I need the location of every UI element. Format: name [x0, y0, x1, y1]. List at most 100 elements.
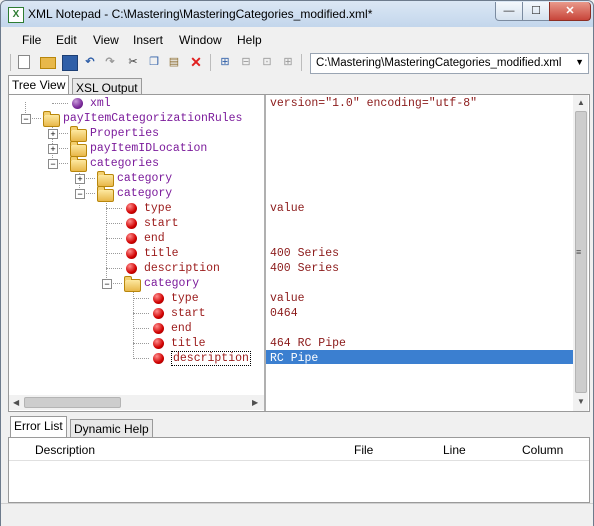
collapse-icon[interactable]: −	[102, 279, 112, 289]
folder-icon	[70, 156, 87, 172]
tree-connector	[133, 358, 149, 359]
open-icon[interactable]	[40, 57, 56, 69]
expand-icon[interactable]: +	[48, 129, 58, 139]
element-node-icon	[126, 218, 137, 229]
tree-node-label[interactable]: category	[117, 187, 172, 200]
error-list-panel[interactable]: Description File Line Column	[8, 437, 590, 503]
outdent-icon[interactable]: ⊡	[260, 55, 274, 69]
node-value-pane[interactable]: version="1.0" encoding="utf-8" value 400 S…	[266, 95, 574, 411]
menu-edit[interactable]: Edit	[56, 33, 77, 47]
column-header-file[interactable]: File	[354, 443, 373, 457]
menu-insert[interactable]: Insert	[133, 33, 163, 47]
tab-dynamic-help[interactable]: Dynamic Help	[70, 419, 153, 438]
tree-node-label[interactable]: categories	[90, 157, 159, 170]
tree-node-label[interactable]: title	[171, 337, 206, 350]
chevron-down-icon[interactable]: ▼	[575, 57, 584, 67]
column-header-column[interactable]: Column	[522, 443, 563, 457]
tree-node-label[interactable]: category	[117, 172, 172, 185]
tree-node-label[interactable]: type	[171, 292, 199, 305]
maximize-button[interactable]: ☐	[522, 2, 550, 21]
tab-tree-view[interactable]: Tree View	[8, 75, 70, 96]
delete-icon[interactable]: ✕	[189, 55, 203, 69]
expand-icon[interactable]: +	[75, 174, 85, 184]
collapse-icon[interactable]: −	[75, 189, 85, 199]
xml-notepad-app-icon[interactable]: X	[8, 7, 24, 23]
copy-icon[interactable]: ❐	[147, 55, 161, 69]
element-node-icon	[153, 293, 164, 304]
column-header-description[interactable]: Description	[35, 443, 95, 457]
title-bar[interactable]: X XML Notepad - C:\Mastering\MasteringCa…	[1, 1, 593, 27]
tree-node-label[interactable]: Properties	[90, 127, 159, 140]
collapse-icon[interactable]: ⊞	[281, 55, 295, 69]
status-bar	[1, 503, 593, 526]
redo-icon[interactable]: ↷	[103, 55, 117, 69]
minimize-button[interactable]: —	[495, 2, 523, 21]
paste-icon[interactable]: ▤	[167, 55, 181, 69]
horizontal-scroll-thumb[interactable]	[24, 397, 121, 408]
column-header-line[interactable]: Line	[443, 443, 466, 457]
new-icon[interactable]	[18, 55, 30, 69]
menu-view[interactable]: View	[93, 33, 119, 47]
horizontal-scrollbar[interactable]: ◀ ▶	[9, 395, 264, 410]
undo-icon[interactable]: ↶	[83, 55, 97, 69]
window-title: XML Notepad - C:\Mastering\MasteringCate…	[28, 7, 373, 21]
scroll-up-icon[interactable]: ▲	[577, 98, 585, 107]
node-value[interactable]: value	[270, 202, 305, 215]
tree-connector	[133, 343, 149, 344]
file-path-combobox[interactable]: C:\Mastering\MasteringCategories_modifie…	[310, 53, 589, 74]
menu-window[interactable]: Window	[179, 33, 222, 47]
xml-tree[interactable]: xml − payItemCategorizationRules + Propertie…	[9, 95, 264, 395]
tree-node-label[interactable]: description	[171, 351, 251, 366]
tree-node-label[interactable]: xml	[90, 97, 111, 110]
file-path-value: C:\Mastering\MasteringCategories_modifie…	[316, 57, 562, 69]
tree-node-label[interactable]: payItemCategorizationRules	[63, 112, 242, 125]
tree-connector	[106, 223, 122, 224]
tree-node-label[interactable]: start	[171, 307, 206, 320]
cut-icon[interactable]: ✂	[126, 55, 140, 69]
element-node-icon	[153, 323, 164, 334]
nudge-icon[interactable]: ⊞	[218, 55, 232, 69]
node-value[interactable]: 400 Series	[270, 247, 339, 260]
node-value[interactable]: RC Pipe	[270, 352, 318, 365]
scroll-grip-icon: ≡	[576, 247, 582, 257]
tree-connector	[133, 328, 149, 329]
error-list-header: Description File Line Column	[9, 438, 589, 461]
node-value[interactable]: 0464	[270, 307, 298, 320]
tree-node-label[interactable]: description	[144, 262, 220, 275]
toolbar-separator	[301, 54, 302, 71]
tab-error-list[interactable]: Error List	[10, 416, 67, 437]
tree-view-panel: xml − payItemCategorizationRules + Propertie…	[8, 94, 590, 412]
menu-file[interactable]: File	[22, 33, 41, 47]
tree-node-label[interactable]: start	[144, 217, 179, 230]
expand-icon[interactable]: +	[48, 144, 58, 154]
menu-bar: File Edit View Insert Window Help	[1, 28, 593, 50]
tree-node-label[interactable]: end	[171, 322, 192, 335]
vertical-scrollbar[interactable]: ▲ ▼ ≡	[573, 95, 588, 411]
node-value[interactable]: version="1.0" encoding="utf-8"	[270, 97, 477, 110]
tree-node-label[interactable]: end	[144, 232, 165, 245]
folder-icon	[124, 276, 141, 292]
collapse-icon[interactable]: −	[48, 159, 58, 169]
scroll-left-icon[interactable]: ◀	[13, 398, 19, 407]
tree-node-label[interactable]: payItemIDLocation	[90, 142, 207, 155]
node-value[interactable]: 464 RC Pipe	[270, 337, 346, 350]
tree-connector	[52, 103, 68, 104]
indent-icon[interactable]: ⊟	[239, 55, 253, 69]
folder-icon	[43, 111, 60, 127]
tree-node-label[interactable]: type	[144, 202, 172, 215]
tree-connector	[106, 253, 122, 254]
element-node-icon	[126, 233, 137, 244]
tree-node-label[interactable]: category	[144, 277, 199, 290]
scroll-down-icon[interactable]: ▼	[577, 397, 585, 406]
collapse-icon[interactable]: −	[21, 114, 31, 124]
element-node-icon	[153, 308, 164, 319]
scroll-right-icon[interactable]: ▶	[252, 398, 258, 407]
toolbar-separator	[210, 54, 211, 71]
close-button[interactable]: ✕	[549, 2, 591, 21]
node-value[interactable]: value	[270, 292, 305, 305]
save-icon[interactable]	[62, 55, 78, 71]
element-node-icon	[153, 338, 164, 349]
menu-help[interactable]: Help	[237, 33, 262, 47]
node-value[interactable]: 400 Series	[270, 262, 339, 275]
tree-node-label[interactable]: title	[144, 247, 179, 260]
